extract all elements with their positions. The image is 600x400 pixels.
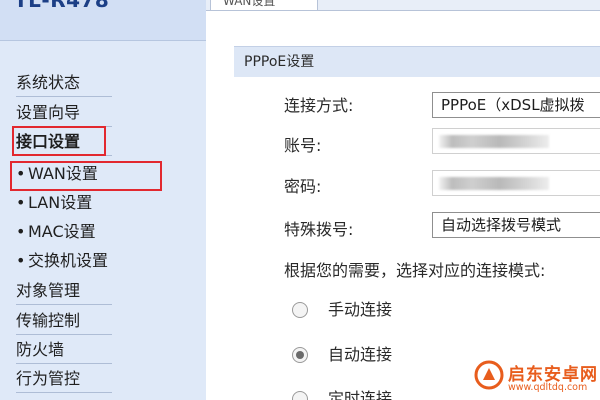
bullet-icon: • [16, 251, 26, 270]
redacted-value [439, 135, 549, 148]
brand-model: TL-R478 [14, 0, 110, 12]
tab-strip: WAN设置 [206, 0, 600, 11]
sidebar-subitem-label: LAN设置 [28, 193, 93, 212]
tab-wan-settings[interactable]: WAN设置 [210, 0, 318, 11]
password-label: 密码: [284, 177, 322, 196]
radio-label: 自动连接 [328, 345, 393, 364]
sidebar-item-system-status[interactable]: 系统状态 [16, 70, 112, 97]
sidebar: TL-R478 系统状态 设置向导 接口设置 • WAN设置 • LAN设置 • MA… [0, 0, 206, 400]
special-dial-select[interactable]: 自动选择拨号模式 [432, 212, 600, 238]
sidebar-subitem-label: 交换机设置 [28, 251, 109, 270]
special-dial-label: 特殊拨号: [284, 220, 354, 239]
highlight-box-wan [10, 161, 162, 191]
panel-title: PPPoE设置 [234, 46, 600, 77]
sidebar-item-object-management[interactable]: 对象管理 [16, 278, 112, 305]
account-input[interactable] [432, 128, 600, 154]
sidebar-item-transmission-control[interactable]: 传输控制 [16, 308, 112, 335]
sidebar-subitem-switch[interactable]: • 交换机设置 [16, 248, 196, 274]
brand-bar: TL-R478 [0, 0, 206, 41]
connection-type-label: 连接方式: [284, 96, 354, 115]
connection-type-select[interactable]: PPPoE（xDSL虚拟拨 [432, 92, 600, 118]
password-input[interactable] [432, 170, 600, 196]
sidebar-item-setup-wizard[interactable]: 设置向导 [16, 100, 112, 127]
sidebar-item-firewall[interactable]: 防火墙 [16, 337, 112, 364]
bullet-icon: • [16, 193, 26, 212]
router-admin-page: TL-R478 系统状态 设置向导 接口设置 • WAN设置 • LAN设置 • MA… [0, 0, 600, 400]
sidebar-item-behavior-control[interactable]: 行为管控 [16, 366, 112, 393]
mode-hint-text: 根据您的需要，选择对应的连接模式: [284, 261, 546, 280]
watermark-url: www.qdltdq.com [508, 382, 588, 393]
watermark-logo-icon [474, 360, 504, 390]
radio-button-checked[interactable] [292, 347, 308, 363]
account-label: 账号: [284, 136, 322, 155]
radio-button[interactable] [292, 391, 308, 400]
highlight-box-interface [12, 126, 106, 156]
sidebar-subitem-lan[interactable]: • LAN设置 [16, 190, 196, 216]
sidebar-subitem-mac[interactable]: • MAC设置 [16, 219, 196, 245]
watermark: 启东安卓网 www.qdltdq.com [474, 352, 600, 400]
bullet-icon: • [16, 222, 26, 241]
radio-button[interactable] [292, 302, 308, 318]
sidebar-subitem-label: MAC设置 [28, 222, 96, 241]
radio-label: 手动连接 [328, 300, 393, 319]
redacted-value [439, 177, 549, 190]
radio-label: 定时连接 [328, 389, 393, 400]
